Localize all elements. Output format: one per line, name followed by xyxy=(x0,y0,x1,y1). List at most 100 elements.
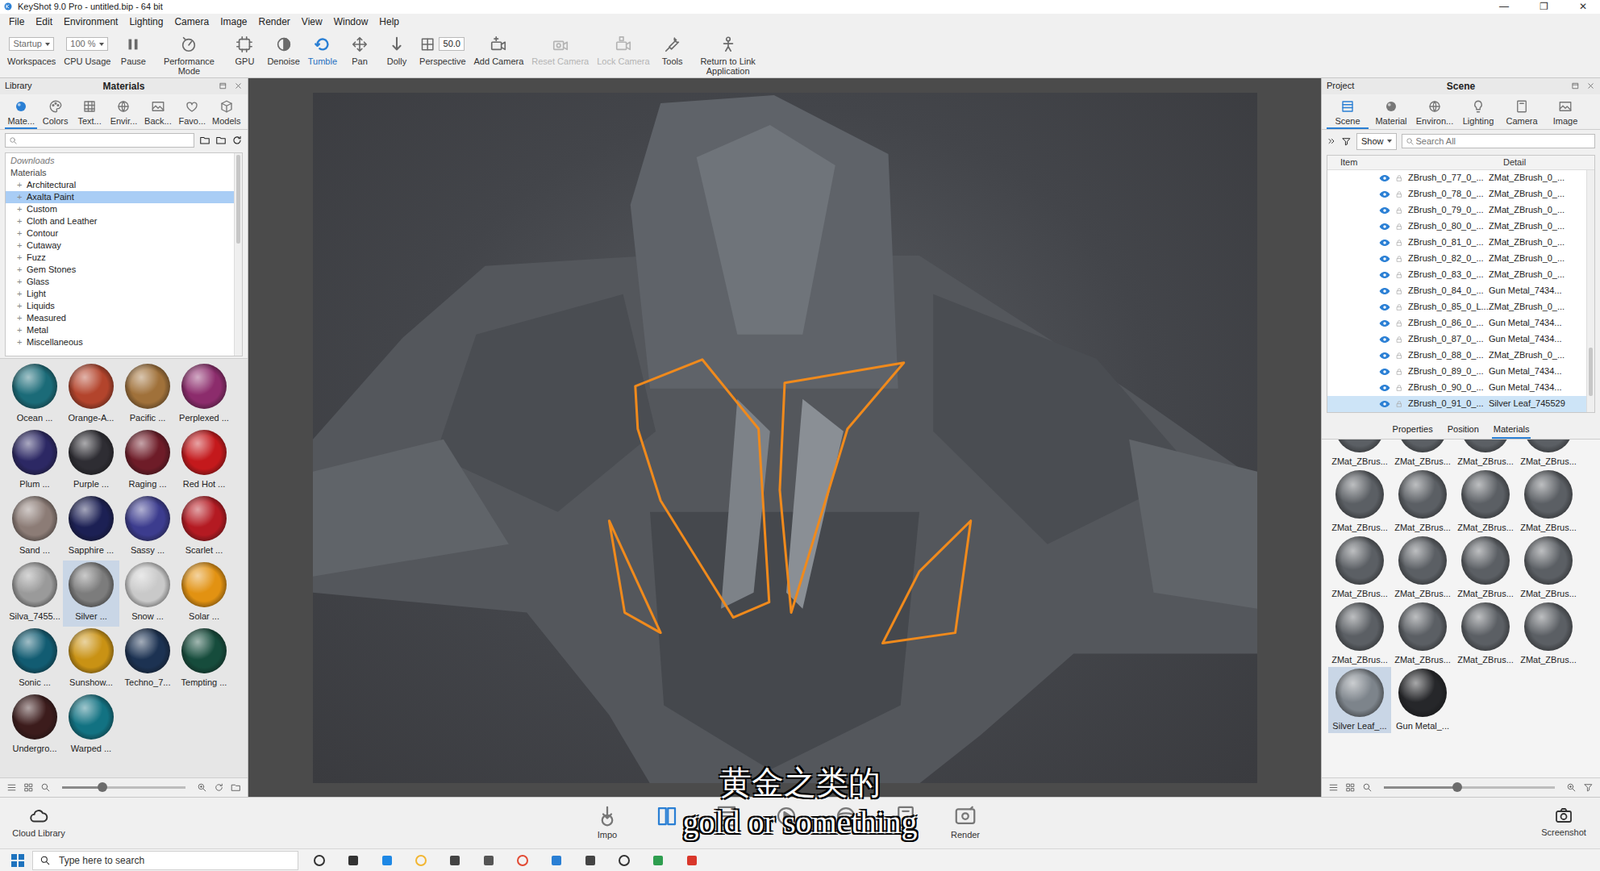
show-dropdown[interactable]: Show xyxy=(1356,133,1397,150)
library-tab[interactable]: Mate... xyxy=(4,95,38,130)
taskbar-search-input[interactable] xyxy=(57,852,292,869)
menu-item[interactable]: Window xyxy=(328,14,375,30)
visibility-eye-icon[interactable] xyxy=(1379,333,1394,346)
scene-material[interactable]: ZMat_ZBrus... xyxy=(1516,534,1580,601)
library-tab[interactable]: Envir... xyxy=(107,95,140,130)
ribbon-button[interactable] xyxy=(767,804,805,843)
expander-icon[interactable]: + xyxy=(16,300,24,313)
scene-row[interactable]: ZBrush_0_84_0_...Gun Metal_7434... xyxy=(1327,283,1587,300)
scene-material[interactable]: Gun Metal_... xyxy=(1391,666,1455,734)
taskbar-app-icon[interactable] xyxy=(617,854,631,867)
scene-row[interactable]: ZBrush_0_80_0_...ZMat_ZBrush_0_... xyxy=(1327,218,1587,235)
expander-icon[interactable]: + xyxy=(16,203,24,216)
toolbar-button[interactable]: Performance Mode xyxy=(153,32,225,76)
visibility-eye-icon[interactable] xyxy=(1379,317,1394,330)
column-header[interactable]: Detail xyxy=(1503,155,1526,170)
material-thumbnail[interactable]: Perplexed ... xyxy=(175,362,233,429)
tree-item[interactable]: +Gem Stones xyxy=(5,263,234,276)
toolbar-button[interactable]: Tools xyxy=(655,32,690,67)
slider-thumb[interactable] xyxy=(97,782,108,792)
visibility-eye-icon[interactable] xyxy=(1379,269,1394,281)
menu-item[interactable]: Camera xyxy=(168,14,215,30)
scene-material[interactable]: ZMat_ZBrus... xyxy=(1516,468,1580,535)
project-tab[interactable]: Camera xyxy=(1500,95,1543,130)
material-thumbnail[interactable]: Raging ... xyxy=(119,428,176,495)
scene-material[interactable]: ZMat_ZBrus... xyxy=(1516,600,1580,667)
scene-row[interactable]: ZBrush_0_85_0_L...ZMat_ZBrush_0_... xyxy=(1327,299,1587,316)
library-tab[interactable]: Back... xyxy=(141,95,175,130)
taskbar-app-icon[interactable] xyxy=(583,854,597,867)
menu-item[interactable]: Lighting xyxy=(123,14,169,30)
scene-row[interactable]: ZBrush_0_83_0_...ZMat_ZBrush_0_... xyxy=(1327,266,1587,284)
visibility-eye-icon[interactable] xyxy=(1379,237,1394,249)
tree-item[interactable]: +Measured xyxy=(5,312,234,325)
tree-item[interactable]: +Contour xyxy=(5,227,234,240)
scene-row[interactable]: ZBrush_0_77_0_...ZMat_ZBrush_0_... xyxy=(1327,170,1587,187)
material-thumbnail[interactable]: Snow ... xyxy=(119,560,176,627)
menu-item[interactable]: Edit xyxy=(29,14,59,30)
tree-scrollbar[interactable] xyxy=(233,153,242,356)
toolbar-dropdown[interactable]: Startup xyxy=(8,37,54,50)
toolbar-control[interactable] xyxy=(179,32,198,57)
expander-icon[interactable]: + xyxy=(16,215,24,228)
expander-icon[interactable]: + xyxy=(16,275,24,288)
visibility-eye-icon[interactable] xyxy=(1379,204,1394,217)
project-tab[interactable]: Scene xyxy=(1326,95,1369,130)
scene-material[interactable]: ZMat_ZBrus... xyxy=(1391,534,1455,601)
taskbar-app-icon[interactable] xyxy=(516,854,530,867)
scrollbar-thumb[interactable] xyxy=(1588,347,1593,396)
visibility-eye-icon[interactable] xyxy=(1379,398,1394,410)
scene-row[interactable]: ZBrush_0_88_0_...ZMat_ZBrush_0_... xyxy=(1327,347,1587,364)
render-view[interactable] xyxy=(312,92,1258,784)
scrollbar-thumb[interactable] xyxy=(236,154,241,244)
toolbar-control[interactable] xyxy=(313,32,332,57)
table-scrollbar[interactable] xyxy=(1586,170,1595,413)
taskbar-app-icon[interactable] xyxy=(448,854,462,867)
library-search-field[interactable] xyxy=(4,133,195,148)
material-thumbnail[interactable]: Undergro... xyxy=(6,692,63,759)
toolbar-control[interactable]: Startup xyxy=(8,32,54,57)
toolbar-control[interactable] xyxy=(387,32,406,57)
expander-icon[interactable]: + xyxy=(16,227,24,240)
scene-row[interactable]: ZBrush_0_82_0_...ZMat_ZBrush_0_... xyxy=(1327,250,1587,267)
taskbar-app-icon[interactable] xyxy=(482,854,496,867)
taskbar-app-icon[interactable] xyxy=(414,854,428,867)
taskbar-app-icon[interactable] xyxy=(550,854,563,867)
project-tab[interactable]: Material xyxy=(1370,95,1413,130)
windows-start-icon[interactable] xyxy=(11,854,25,867)
toolbar-button[interactable]: Pause xyxy=(116,32,150,67)
toolbar-button[interactable]: GPU xyxy=(227,32,262,67)
toolbar-control[interactable]: 100 % xyxy=(66,32,109,57)
expander-icon[interactable]: + xyxy=(16,251,24,264)
sub-tab[interactable]: Materials xyxy=(1491,420,1532,440)
material-thumbnail[interactable]: Techno_7... xyxy=(119,626,176,693)
scene-material[interactable]: ZMat_ZBrus... xyxy=(1454,439,1517,469)
expander-icon[interactable]: + xyxy=(16,239,24,252)
column-header[interactable]: Item xyxy=(1327,155,1504,170)
visibility-eye-icon[interactable] xyxy=(1379,172,1394,184)
toolbar-control[interactable] xyxy=(235,32,254,57)
toolbar-dropdown[interactable]: 100 % xyxy=(66,37,109,50)
visibility-eye-icon[interactable] xyxy=(1379,285,1394,297)
taskbar-search[interactable] xyxy=(32,850,299,871)
size-slider[interactable] xyxy=(62,786,186,789)
toolbar-control[interactable] xyxy=(719,32,738,57)
scene-material[interactable]: ZMat_ZBrus... xyxy=(1328,468,1392,535)
toolbar-button[interactable]: Pan xyxy=(342,32,377,67)
scene-row[interactable]: ZBrush_0_91_0_...Silver Leaf_745529 xyxy=(1327,395,1587,413)
taskbar-app-icon[interactable] xyxy=(312,854,326,867)
material-thumbnail[interactable]: Ocean ... xyxy=(6,362,63,429)
menu-item[interactable]: Render xyxy=(253,14,296,30)
toolbar-button[interactable]: Add Camera xyxy=(471,32,527,67)
tree-item[interactable]: +Custom xyxy=(5,203,234,216)
sub-tab[interactable]: Properties xyxy=(1391,420,1435,440)
tree-item[interactable]: +Metal xyxy=(5,324,234,337)
expander-icon[interactable]: + xyxy=(16,324,24,337)
material-thumbnail[interactable]: Pacific ... xyxy=(119,362,176,429)
screenshot-button[interactable]: Screenshot xyxy=(1535,806,1592,840)
scene-material[interactable]: ZMat_ZBrus... xyxy=(1391,468,1455,535)
tree-item[interactable]: +Light xyxy=(5,287,234,300)
taskbar-app-icon[interactable] xyxy=(685,854,699,867)
menu-item[interactable]: Help xyxy=(373,14,405,30)
visibility-eye-icon[interactable] xyxy=(1379,366,1394,378)
